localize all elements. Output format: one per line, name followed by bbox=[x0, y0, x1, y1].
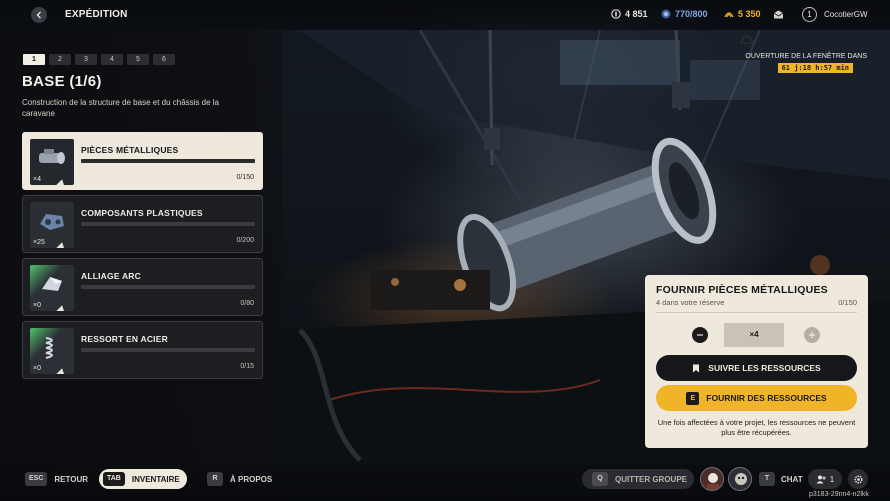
resource-thumbnail: ×25 bbox=[30, 202, 74, 248]
resource-progress-bar bbox=[81, 159, 255, 163]
key-hint-tab: TAB bbox=[103, 472, 125, 486]
wrench-icon bbox=[56, 305, 65, 311]
about-label: À PROPOS bbox=[230, 474, 273, 484]
caravan-icon bbox=[740, 36, 754, 44]
step-tab-2[interactable]: 2 bbox=[49, 54, 71, 65]
resource-name: RESSORT EN ACIER bbox=[81, 334, 168, 344]
friends-icon bbox=[816, 475, 826, 483]
step-tab-1[interactable]: 1 bbox=[23, 54, 45, 65]
quit-group-button[interactable]: Q QUITTER GROUPE bbox=[582, 469, 694, 489]
bookmark-icon bbox=[693, 364, 700, 372]
coins-value: 4 851 bbox=[625, 9, 648, 19]
tokens-stat: 5 350 bbox=[724, 9, 761, 19]
session-id: p3183-29nn4-n2lkk bbox=[809, 491, 869, 498]
player-level-badge: 1 bbox=[802, 7, 817, 22]
supply-resources-button[interactable]: E FOURNIR DES RESSOURCES bbox=[656, 385, 857, 411]
supply-resources-label: FOURNIR DES RESSOURCES bbox=[706, 393, 827, 403]
arc-alloy-icon bbox=[42, 277, 62, 291]
resource-thumbnail: ×0 bbox=[30, 265, 74, 311]
minus-icon bbox=[697, 334, 703, 336]
key-hint-e: E bbox=[686, 391, 700, 405]
supply-count: 0/150 bbox=[838, 298, 857, 307]
quit-group-label: QUITTER GROUPE bbox=[615, 474, 688, 484]
mail-icon[interactable] bbox=[773, 9, 784, 20]
resource-name: ALLIAGE ARC bbox=[81, 271, 141, 281]
resource-progress-bar bbox=[81, 285, 255, 289]
supply-reserve-text: 4 dans votre réserve bbox=[656, 298, 725, 307]
top-bar: EXPÉDITION 4 851 770/800 5 350 1 Cocotie… bbox=[0, 0, 890, 30]
resource-thumbnail: ×0 bbox=[30, 328, 74, 374]
energy-value: 770/800 bbox=[675, 9, 708, 19]
party-member-avatar[interactable] bbox=[728, 467, 752, 491]
key-hint-q: Q bbox=[592, 472, 608, 486]
inventory-label: INVENTAIRE bbox=[131, 474, 180, 484]
back-button[interactable] bbox=[31, 7, 47, 23]
energy-icon bbox=[661, 9, 671, 19]
resource-thumbnail: ×4 bbox=[30, 139, 74, 185]
chevron-left-icon bbox=[36, 11, 41, 19]
track-resources-button[interactable]: SUIVRE LES RESSOURCES bbox=[656, 355, 857, 381]
inventory-button[interactable]: TAB INVENTAIRE bbox=[99, 469, 187, 489]
token-icon bbox=[724, 12, 734, 18]
stage-stepper: 1 2 3 4 5 6 bbox=[23, 54, 175, 65]
energy-stat: 770/800 bbox=[661, 9, 708, 19]
resource-card-arc-alloy[interactable]: ×0 ALLIAGE ARC 0/80 bbox=[22, 258, 263, 316]
supply-title: FOURNIR PIÈCES MÉTALLIQUES bbox=[656, 284, 828, 296]
step-tab-6[interactable]: 6 bbox=[153, 54, 175, 65]
coins-stat: 4 851 bbox=[611, 9, 648, 19]
metal-parts-icon bbox=[39, 149, 65, 164]
decrease-quantity-button[interactable] bbox=[692, 327, 708, 343]
supply-warning-note: Une fois affectées à votre projet, les r… bbox=[657, 418, 856, 437]
resource-count: 0/15 bbox=[240, 363, 254, 370]
increase-quantity-button[interactable] bbox=[804, 327, 820, 343]
gear-icon bbox=[853, 474, 863, 484]
back-label: RETOUR bbox=[54, 474, 89, 484]
back-hint[interactable]: ESC RETOUR bbox=[25, 472, 88, 486]
step-tab-4[interactable]: 4 bbox=[101, 54, 123, 65]
window-countdown-timer: 61 j:18 h:57 min bbox=[777, 63, 853, 73]
stage-title: BASE (1/6) bbox=[22, 73, 102, 90]
friends-count: 1 bbox=[829, 474, 835, 484]
party-member-avatar[interactable] bbox=[700, 467, 724, 491]
window-opening-label: OUVERTURE DE LA FENÊTRE DANS bbox=[745, 53, 867, 60]
key-hint-esc: ESC bbox=[25, 472, 48, 486]
steel-spring-icon bbox=[45, 337, 53, 359]
quantity-value: ×4 bbox=[724, 323, 784, 347]
key-hint-r: R bbox=[207, 472, 223, 486]
page-title: EXPÉDITION bbox=[65, 9, 128, 20]
resource-card-metal-parts[interactable]: ×4 PIÈCES MÉTALLIQUES 0/150 bbox=[22, 132, 263, 190]
resource-card-steel-spring[interactable]: ×0 RESSORT EN ACIER 0/15 bbox=[22, 321, 263, 379]
stage-description: Construction de la structure de base et … bbox=[22, 98, 219, 118]
divider bbox=[656, 312, 857, 313]
supply-panel: FOURNIR PIÈCES MÉTALLIQUES 4 dans votre … bbox=[645, 275, 868, 448]
settings-button[interactable] bbox=[848, 469, 868, 489]
chat-label: CHAT bbox=[781, 474, 803, 484]
chat-hint[interactable]: T CHAT bbox=[759, 472, 803, 486]
coin-icon bbox=[611, 9, 621, 19]
step-tab-3[interactable]: 3 bbox=[75, 54, 97, 65]
resource-progress-bar bbox=[81, 222, 255, 226]
wrench-icon bbox=[56, 368, 65, 374]
track-resources-label: SUIVRE LES RESSOURCES bbox=[708, 363, 821, 373]
friends-button[interactable]: 1 bbox=[808, 469, 842, 489]
plastic-parts-icon bbox=[40, 214, 64, 230]
tokens-value: 5 350 bbox=[738, 9, 761, 19]
plus-icon bbox=[809, 332, 815, 338]
step-tab-5[interactable]: 5 bbox=[127, 54, 149, 65]
wrench-icon bbox=[56, 179, 65, 185]
resource-name: PIÈCES MÉTALLIQUES bbox=[81, 145, 179, 155]
wrench-icon bbox=[56, 242, 65, 248]
resource-card-plastic-parts[interactable]: ×25 COMPOSANTS PLASTIQUES 0/200 bbox=[22, 195, 263, 253]
resource-progress-bar bbox=[81, 348, 255, 352]
about-hint[interactable]: R À PROPOS bbox=[207, 472, 272, 486]
resource-count: 0/80 bbox=[240, 300, 254, 307]
resource-count: 0/200 bbox=[236, 237, 254, 244]
key-hint-t: T bbox=[759, 472, 775, 486]
resource-name: COMPOSANTS PLASTIQUES bbox=[81, 208, 203, 218]
resource-count: 0/150 bbox=[236, 174, 254, 181]
player-username[interactable]: CocotierGW bbox=[824, 10, 868, 19]
